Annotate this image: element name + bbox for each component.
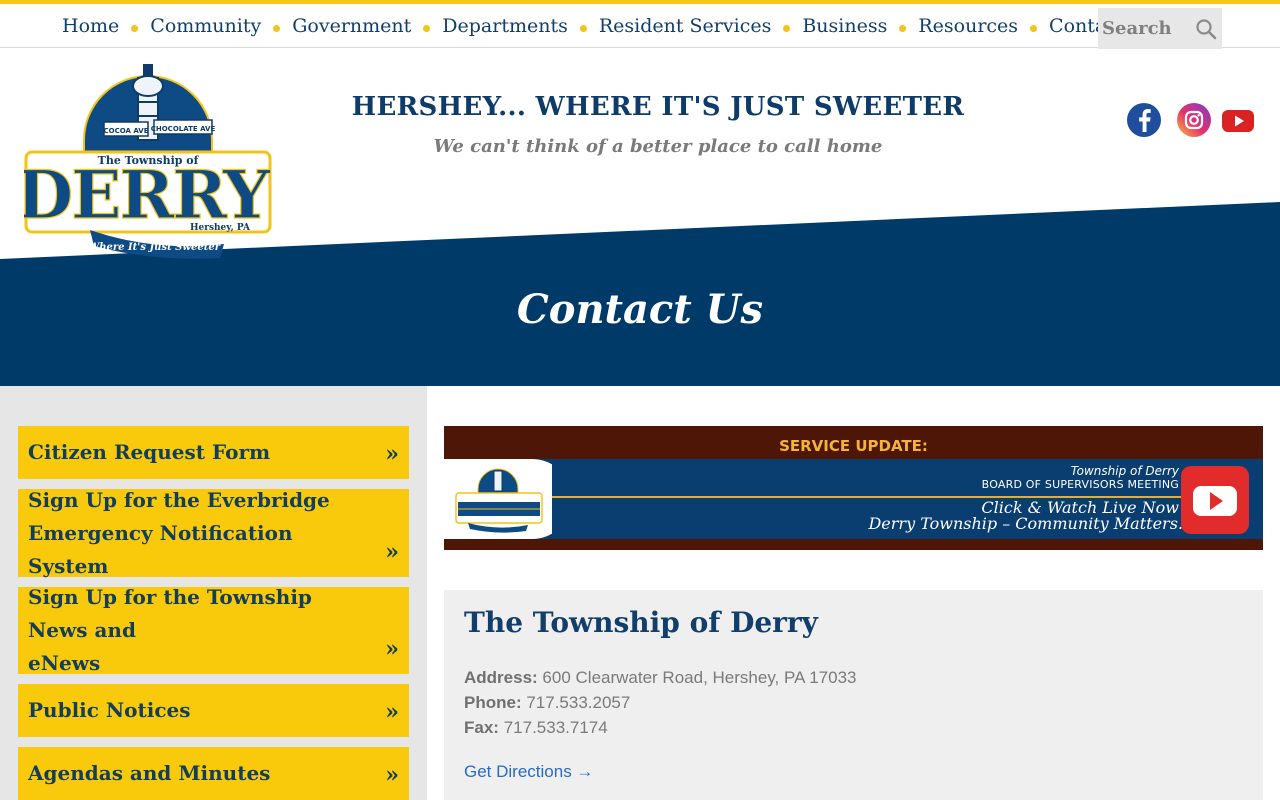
logo-sign-left: COCOA AVE xyxy=(104,127,149,135)
search-box xyxy=(1098,8,1222,49)
sidebar-item-everbridge-signup[interactable]: Sign Up for the Everbridge Emergency Not… xyxy=(18,488,409,578)
double-chevron-right-icon: » xyxy=(385,539,399,565)
sidebar-item-citizen-request[interactable]: Citizen Request Form » xyxy=(18,426,409,479)
nav-resident-services[interactable]: Resident Services xyxy=(599,15,771,37)
contact-info-card: The Township of Derry Address: 600 Clear… xyxy=(444,590,1263,800)
contact-card-title: The Township of Derry xyxy=(464,606,818,639)
township-logo[interactable]: COCOA AVE CHOCOLATE AVE The Township of … xyxy=(24,62,272,262)
nav-separator xyxy=(783,25,791,32)
live-stream-banner[interactable]: Township of Derry BOARD OF SUPERVISORS M… xyxy=(444,459,1263,539)
nav-departments[interactable]: Departments xyxy=(442,15,568,37)
address-value: 600 Clearwater Road, Hershey, PA 17033 xyxy=(542,668,857,687)
fax-value: 717.533.7174 xyxy=(503,718,608,737)
double-chevron-right-icon: » xyxy=(385,441,399,467)
instagram-icon[interactable] xyxy=(1176,102,1212,138)
fax-label: Fax: xyxy=(464,718,499,737)
search-icon[interactable] xyxy=(1194,17,1218,41)
live-banner-subtitle: Derry Township – Community Matters. xyxy=(868,514,1183,533)
get-directions-link[interactable]: Get Directions → xyxy=(464,762,593,782)
site-tagline: HERSHEY... WHERE IT'S JUST SWEETER xyxy=(351,92,965,122)
nav-separator xyxy=(131,25,139,32)
sidebar-item-township-news-signup[interactable]: Sign Up for the Township News and eNews … xyxy=(18,585,409,675)
search-input[interactable] xyxy=(1098,13,1190,44)
top-navigation-bar: Home Community Government Departments Re… xyxy=(0,0,1280,49)
nav-separator xyxy=(273,25,281,32)
address-line: Address: 600 Clearwater Road, Hershey, P… xyxy=(464,668,856,688)
nav-separator xyxy=(423,25,431,32)
nav-separator xyxy=(579,25,587,32)
logo-sign-right: CHOCOLATE AVE xyxy=(151,125,216,133)
nav-business[interactable]: Business xyxy=(802,15,887,37)
facebook-icon[interactable] xyxy=(1126,102,1162,138)
nav-resources[interactable]: Resources xyxy=(918,15,1018,37)
address-label: Address: xyxy=(464,668,538,687)
double-chevron-right-icon: » xyxy=(385,636,399,662)
nav-government[interactable]: Government xyxy=(292,15,411,37)
logo-motto: Where It's Just Sweeter xyxy=(88,242,221,253)
township-logo-small xyxy=(444,459,552,539)
sidebar-item-agendas-minutes[interactable]: Agendas and Minutes » xyxy=(18,747,409,800)
live-banner-meeting: BOARD OF SUPERVISORS MEETING xyxy=(981,478,1179,491)
live-banner-org: Township of Derry xyxy=(1070,464,1179,478)
site-subtagline: We can't think of a better place to call… xyxy=(433,136,883,157)
logo-location: Hershey, PA xyxy=(190,223,251,233)
sidebar-item-label: Agendas and Minutes xyxy=(28,761,271,785)
sidebar-item-label: Citizen Request Form xyxy=(28,440,271,464)
phone-line: Phone: 717.533.2057 xyxy=(464,693,630,713)
nav-separator xyxy=(899,25,907,32)
sidebar-item-label-line1: Sign Up for the Township News and xyxy=(28,585,312,642)
service-update-label: SERVICE UPDATE: xyxy=(779,437,928,455)
main-nav: Home Community Government Departments Re… xyxy=(62,12,1156,40)
nav-community[interactable]: Community xyxy=(150,15,261,37)
sidebar-item-public-notices[interactable]: Public Notices » xyxy=(18,684,409,737)
phone-label: Phone: xyxy=(464,693,522,712)
sidebar-item-label-line1: Sign Up for the Everbridge xyxy=(28,487,330,512)
fax-line: Fax: 717.533.7174 xyxy=(464,718,608,738)
nav-separator xyxy=(1030,25,1038,32)
sidebar-item-label: Public Notices xyxy=(28,698,191,722)
nav-home[interactable]: Home xyxy=(62,15,119,37)
youtube-icon[interactable] xyxy=(1220,102,1256,138)
service-update-panel: SERVICE UPDATE: Township of Derry BOARD … xyxy=(444,426,1263,550)
sidebar-item-label-line2: eNews xyxy=(28,651,101,675)
page-title: Contact Us xyxy=(516,286,764,333)
sidebar-item-label-line2: Emergency Notification System xyxy=(28,520,293,578)
quick-links-sidebar: Citizen Request Form » Sign Up for the E… xyxy=(0,386,427,800)
phone-value: 717.533.2057 xyxy=(526,693,631,712)
double-chevron-right-icon: » xyxy=(385,699,399,725)
youtube-play-icon[interactable] xyxy=(1181,466,1249,534)
double-chevron-right-icon: » xyxy=(385,762,399,788)
